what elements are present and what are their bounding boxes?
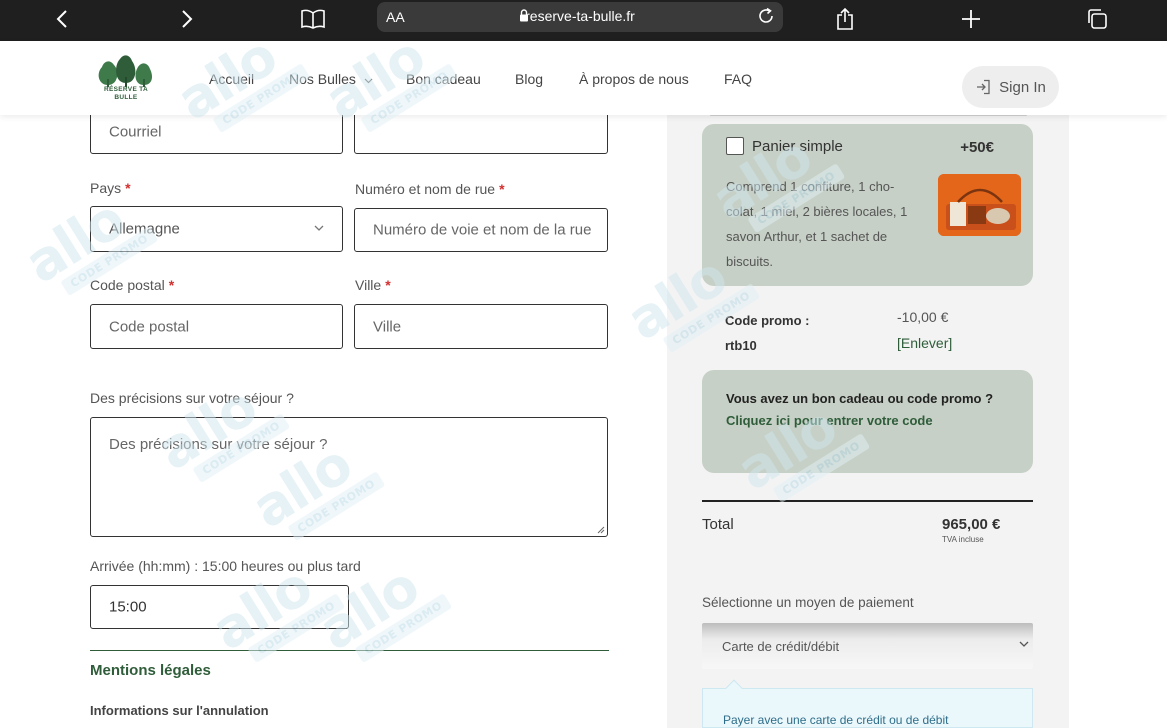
promo-code-label: Code promo : rtb10 [725,308,810,358]
new-tab-icon[interactable] [954,4,988,34]
back-icon[interactable] [45,4,79,34]
city-field[interactable]: Ville [354,304,608,349]
browser-toolbar: AA reserve-ta-bulle.fr [0,0,1167,41]
arrival-time-field[interactable]: 15:00 [90,585,349,629]
nav-a-propos[interactable]: À propos de nous [579,71,689,87]
gift-code-card: Vous avez un bon cadeau ou code promo ? … [702,370,1033,473]
postal-placeholder: Code postal [109,318,190,335]
tva-note: TVA incluse [942,535,984,544]
bookmarks-icon[interactable] [296,4,330,34]
nav-faq[interactable]: FAQ [724,71,752,87]
basket-image [938,174,1021,236]
gift-code-prompt: Vous avez un bon cadeau ou code promo ? … [726,391,994,428]
street-placeholder: Numéro de voie et nom de la rue [373,221,592,239]
tabs-icon[interactable] [1080,4,1114,34]
logo-text: RÉSERVE TA BULLE [104,86,148,101]
logo-trees-icon [98,55,152,87]
reload-icon[interactable] [757,7,775,30]
nav-blog[interactable]: Blog [515,71,543,87]
sign-in-label: Sign In [999,78,1046,96]
chevron-down-icon [364,78,373,84]
arrival-label: Arrivée (hh:mm) : 15:00 heures ou plus t… [90,558,361,574]
postal-label: Code postal * [90,277,175,293]
forward-icon[interactable] [170,4,204,34]
street-field[interactable]: Numéro de voie et nom de la rue [354,208,608,252]
notes-placeholder: Des précisions sur votre séjour ? [109,436,328,453]
nav-nos-bulles-label: Nos Bulles [289,71,356,87]
street-label: Numéro et nom de rue * [355,181,505,197]
notes-label: Des précisions sur votre séjour ? [90,390,294,406]
city-placeholder: Ville [373,318,402,335]
payment-method-value: Carte de crédit/débit [722,639,840,654]
postal-code-field[interactable]: Code postal [90,304,343,349]
payment-info-text: Payer avec une carte de crédit ou de déb… [723,713,949,727]
payment-method-label: Sélectionne un moyen de paiement [702,595,914,610]
notes-textarea[interactable]: Des précisions sur votre séjour ? [90,417,608,537]
nav-bon-cadeau[interactable]: Bon cadeau [406,71,481,87]
nav-nos-bulles[interactable]: Nos Bulles [289,71,373,87]
cancellation-title: Informations sur l'annulation [90,703,269,718]
email-placeholder: Courriel [109,123,162,141]
country-value: Allemagne [109,220,180,238]
resize-handle-icon[interactable] [597,526,605,534]
basket-price: +50€ [960,139,994,156]
sign-in-button[interactable]: Sign In [962,66,1059,108]
enter-code-link[interactable]: Cliquez ici pour entrer votre code [726,413,933,428]
promo-code-value: rtb10 [725,338,757,353]
basket-description: Comprend 1 confiture, 1 cho-colat, 1 mie… [726,179,908,269]
basket-checkbox[interactable] [726,137,744,155]
country-label: Pays * [90,180,131,196]
sign-in-icon [977,79,990,95]
section-divider [90,650,609,651]
nav-accueil[interactable]: Accueil [209,71,254,87]
payment-method-select[interactable]: Carte de crédit/débit [702,623,1033,669]
remove-promo-link[interactable]: [Enlever] [897,335,952,351]
arrival-value: 15:00 [109,598,147,616]
total-label: Total [702,516,734,533]
basket-title: Panier simple [752,138,843,155]
legal-section-title: Mentions légales [90,662,211,679]
country-select[interactable]: Allemagne [90,206,343,252]
total-value: 965,00 € [942,516,1001,533]
basket-option-card[interactable]: Panier simple +50€ Comprend 1 confiture,… [702,124,1033,286]
promo-discount: -10,00 € [897,309,949,325]
city-label: Ville * [355,277,391,293]
chevron-down-icon [1019,641,1029,647]
url-text: reserve-ta-bulle.fr [525,8,635,24]
share-icon[interactable] [828,4,862,34]
address-bar[interactable]: AA reserve-ta-bulle.fr [377,2,783,32]
total-divider [702,500,1033,502]
site-header: RÉSERVE TA BULLE Accueil Nos Bulles Bon … [0,41,1167,115]
chevron-down-icon [314,225,324,231]
site-logo[interactable]: RÉSERVE TA BULLE [94,51,158,107]
